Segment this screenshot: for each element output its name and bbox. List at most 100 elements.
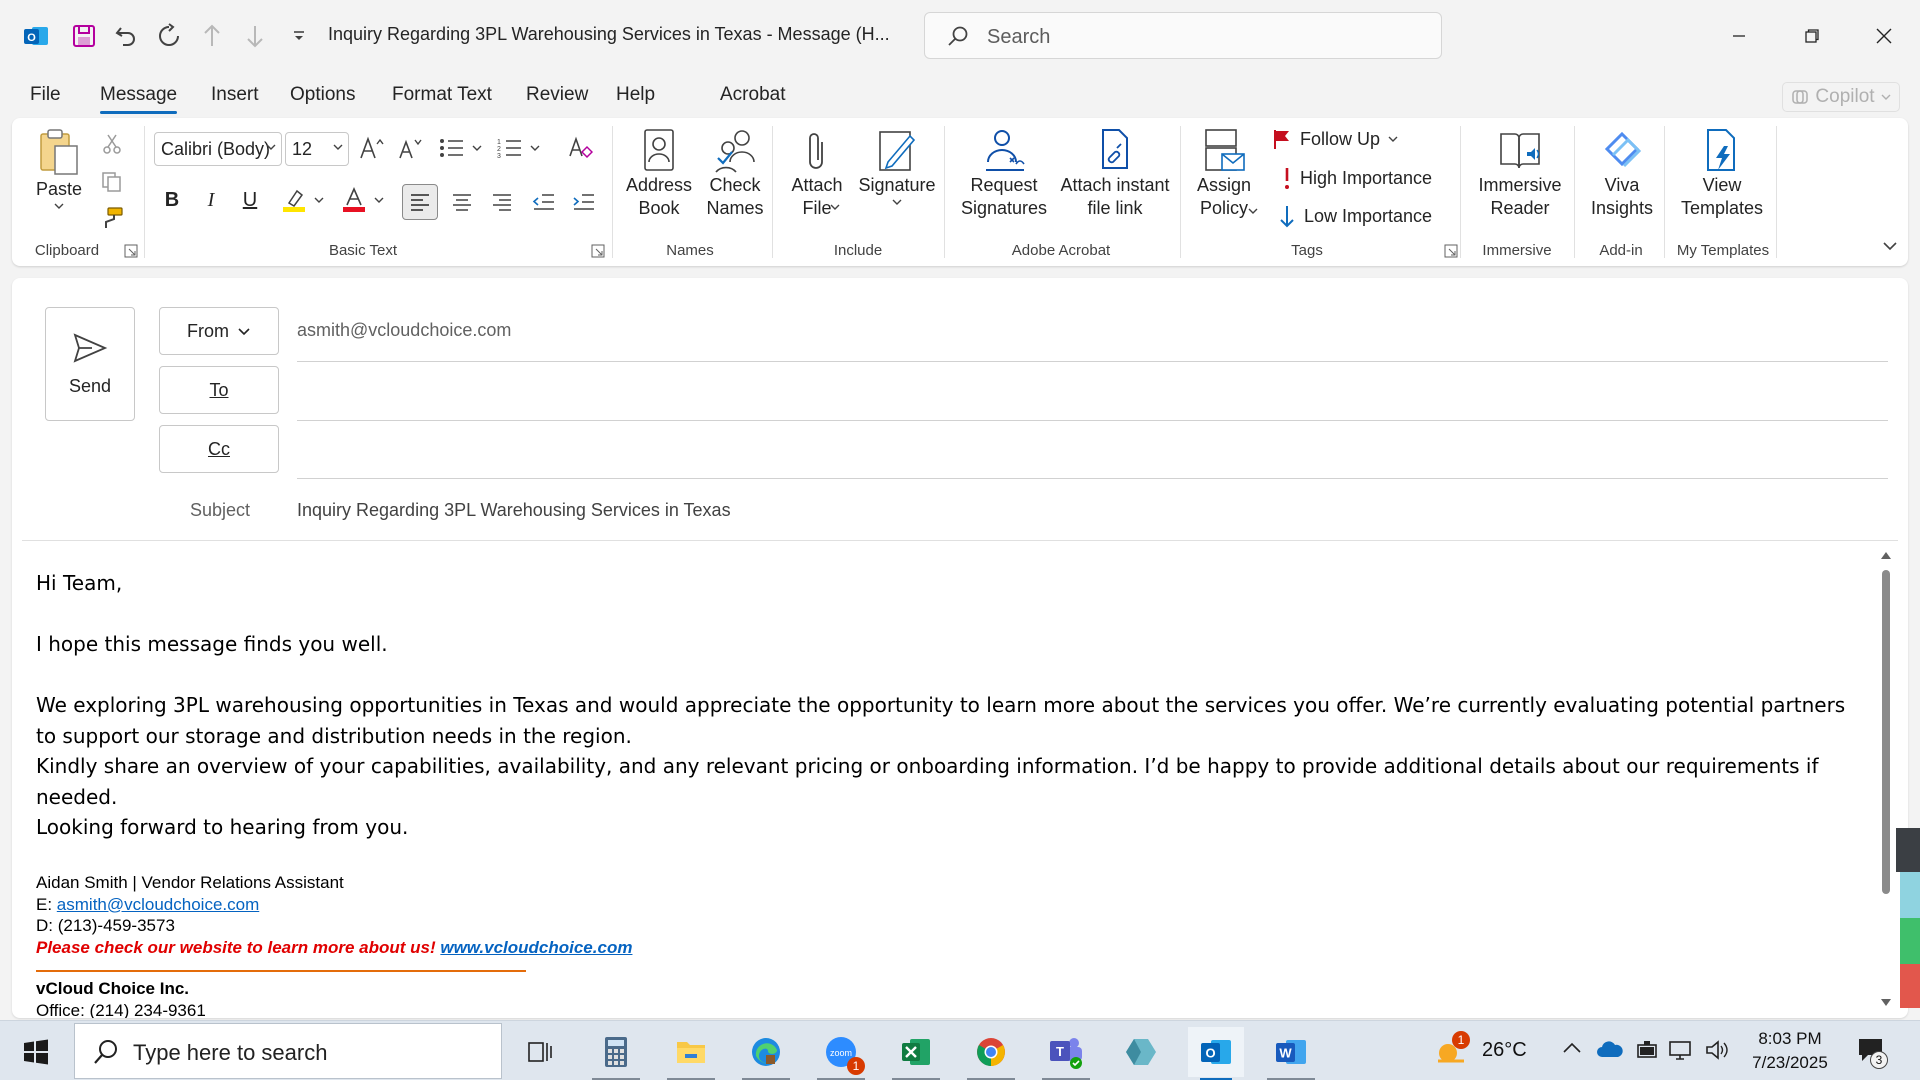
task-view-icon[interactable]: [512, 1027, 568, 1077]
signature-email-prefix: E:: [36, 894, 57, 914]
attach-instant-file-link-label: Attach instant file link: [1060, 175, 1170, 218]
signature-website-link[interactable]: www.vcloudchoice.com: [440, 938, 632, 957]
paste-label: Paste: [35, 179, 83, 199]
chevron-down-icon[interactable]: [310, 184, 328, 216]
format-painter-icon[interactable]: [96, 202, 128, 234]
underline-button[interactable]: U: [234, 184, 266, 216]
copy-icon[interactable]: [96, 166, 128, 198]
subject-input[interactable]: Inquiry Regarding 3PL Warehousing Servic…: [297, 500, 731, 521]
excel-icon[interactable]: [888, 1027, 944, 1080]
minimize-button[interactable]: [1716, 14, 1762, 58]
cc-button[interactable]: Cc: [159, 425, 279, 473]
word-icon[interactable]: W: [1263, 1027, 1319, 1080]
from-button[interactable]: From: [159, 307, 279, 355]
address-book-button[interactable]: Address Book: [622, 128, 696, 220]
app-diamond-icon[interactable]: [1113, 1027, 1169, 1077]
onedrive-icon[interactable]: [1596, 1039, 1624, 1059]
to-input[interactable]: [297, 366, 1888, 418]
high-importance-button[interactable]: High Importance: [1282, 166, 1432, 190]
subject-label: Subject: [190, 500, 251, 520]
redo-icon[interactable]: [151, 18, 187, 54]
weather-temperature[interactable]: 26°C: [1482, 1039, 1527, 1062]
taskbar-clock[interactable]: 8:03 PM 7/23/2025: [1720, 1027, 1860, 1075]
request-signatures-button[interactable]: Request Signatures: [956, 128, 1052, 220]
italic-button[interactable]: I: [195, 184, 227, 216]
copilot-label: Copilot: [1815, 86, 1875, 107]
collapse-ribbon-chevron-icon[interactable]: [1882, 238, 1898, 254]
tags-launcher-icon[interactable]: [1444, 244, 1458, 258]
chevron-down-icon[interactable]: [370, 184, 388, 216]
show-hidden-icons-chevron-icon[interactable]: [1562, 1041, 1582, 1055]
undo-icon[interactable]: [108, 18, 144, 54]
align-center-button[interactable]: [446, 186, 478, 218]
tab-options[interactable]: Options: [290, 84, 355, 106]
to-button[interactable]: To: [159, 366, 279, 414]
highlight-icon[interactable]: [278, 184, 310, 216]
signature-button[interactable]: Signature: [852, 128, 942, 207]
previous-item-icon[interactable]: [194, 18, 230, 54]
message-body[interactable]: Hi Team, I hope this message finds you w…: [36, 568, 1866, 843]
align-right-button[interactable]: [486, 186, 518, 218]
notification-center-icon[interactable]: 3: [1856, 1035, 1888, 1069]
tab-help[interactable]: Help: [616, 84, 655, 106]
edge-browser-icon[interactable]: [738, 1027, 794, 1080]
teams-icon[interactable]: T: [1038, 1027, 1094, 1080]
font-name-combo[interactable]: Calibri (Body): [154, 132, 282, 166]
numbering-icon[interactable]: 123: [494, 132, 526, 164]
zoom-app-icon[interactable]: zoom 1: [813, 1027, 869, 1080]
attach-instant-file-link-button[interactable]: Attach instant file link: [1056, 128, 1174, 220]
chrome-icon[interactable]: [963, 1027, 1019, 1080]
bold-button[interactable]: B: [156, 184, 188, 216]
signature-email-link[interactable]: asmith@vcloudchoice.com: [57, 895, 259, 914]
next-item-icon[interactable]: [237, 18, 273, 54]
check-names-button[interactable]: Check Names: [700, 128, 770, 220]
immersive-reader-button[interactable]: Immersive Reader: [1470, 128, 1570, 220]
restore-button[interactable]: [1789, 14, 1835, 58]
save-icon[interactable]: [66, 18, 102, 54]
email-signature: Aidan Smith | Vendor Relations Assistant…: [36, 872, 632, 1018]
outlook-taskbar-icon[interactable]: O: [1188, 1027, 1244, 1080]
cut-icon[interactable]: [96, 128, 128, 160]
close-button[interactable]: [1861, 14, 1907, 58]
clear-formatting-icon[interactable]: [564, 132, 596, 164]
tab-insert[interactable]: Insert: [211, 84, 259, 106]
battery-icon[interactable]: [1634, 1039, 1660, 1061]
send-label: Send: [68, 375, 112, 396]
network-icon[interactable]: [1668, 1039, 1694, 1061]
send-button[interactable]: Send: [45, 307, 135, 421]
shrink-font-icon[interactable]: [394, 132, 426, 164]
tab-format-text[interactable]: Format Text: [392, 84, 492, 106]
viva-insights-button[interactable]: Viva Insights: [1582, 128, 1662, 220]
chevron-down-icon[interactable]: [468, 132, 486, 164]
tab-message[interactable]: Message: [100, 84, 178, 114]
low-importance-button[interactable]: Low Importance: [1278, 204, 1432, 228]
weather-icon[interactable]: 1: [1434, 1031, 1470, 1067]
calculator-icon[interactable]: [588, 1027, 644, 1080]
tab-file[interactable]: File: [30, 84, 61, 106]
font-color-icon[interactable]: [338, 184, 370, 216]
chevron-down-icon[interactable]: [526, 132, 544, 164]
bullets-icon[interactable]: [436, 132, 468, 164]
taskbar-search-box[interactable]: Type here to search: [74, 1023, 502, 1079]
align-left-button[interactable]: [402, 184, 438, 220]
side-pane-strip[interactable]: [1896, 828, 1920, 1008]
copilot-button[interactable]: Copilot: [1782, 82, 1900, 112]
search-box[interactable]: Search: [924, 12, 1442, 59]
tab-review[interactable]: Review: [526, 84, 588, 106]
follow-up-button[interactable]: Follow Up: [1272, 128, 1398, 150]
view-templates-button[interactable]: View Templates: [1672, 128, 1772, 220]
file-explorer-icon[interactable]: [663, 1027, 719, 1080]
scrollbar-thumb[interactable]: [1882, 570, 1890, 894]
increase-indent-icon[interactable]: [568, 186, 600, 218]
font-size-value: 12: [292, 139, 313, 159]
basic-text-launcher-icon[interactable]: [591, 244, 605, 258]
start-button[interactable]: [8, 1027, 64, 1077]
decrease-indent-icon[interactable]: [528, 186, 560, 218]
paste-button[interactable]: Paste: [32, 128, 86, 211]
clipboard-launcher-icon[interactable]: [124, 244, 138, 258]
font-size-combo[interactable]: 12: [285, 132, 349, 166]
tab-acrobat[interactable]: Acrobat: [720, 84, 785, 106]
customize-toolbar-icon[interactable]: [281, 18, 317, 54]
grow-font-icon[interactable]: [356, 132, 388, 164]
cc-input[interactable]: [297, 425, 1888, 477]
